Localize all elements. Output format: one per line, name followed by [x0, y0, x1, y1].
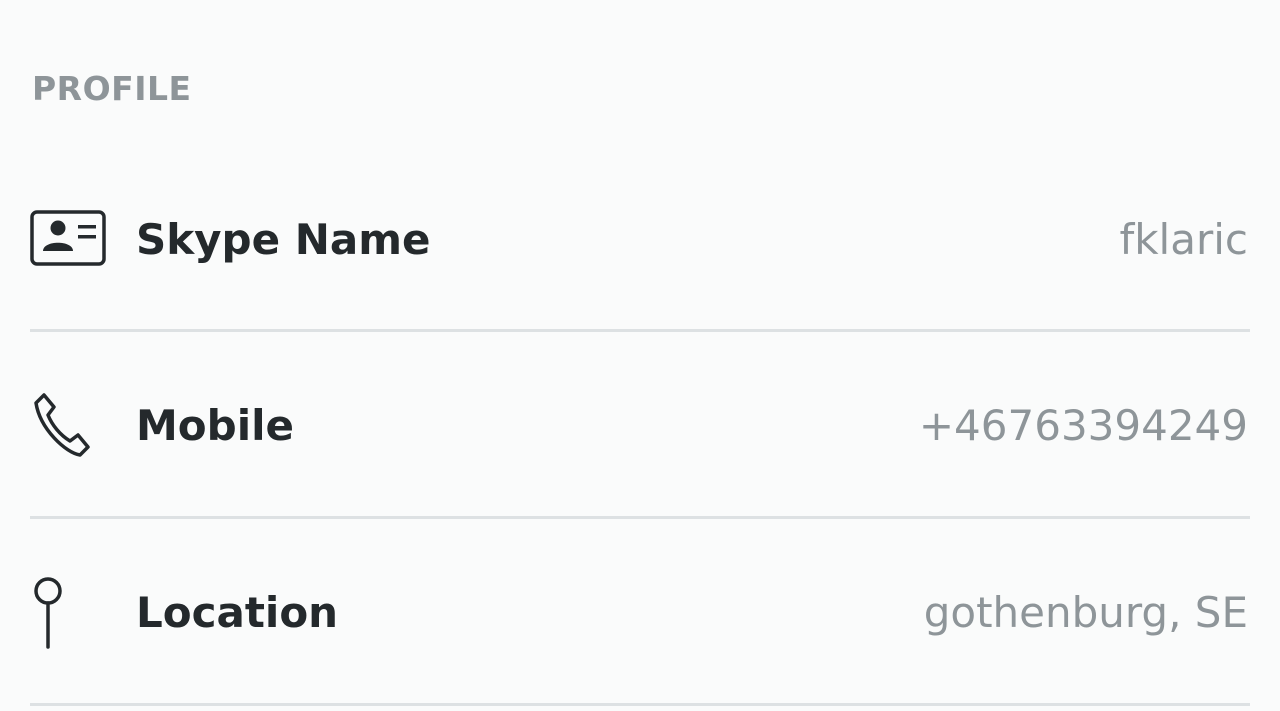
profile-row-location[interactable]: Location gothenburg, SE	[30, 519, 1250, 706]
section-title-profile: PROFILE	[32, 69, 192, 108]
mobile-label: Mobile	[136, 401, 294, 450]
skype-name-label: Skype Name	[136, 214, 431, 264]
location-label: Location	[136, 588, 339, 637]
skype-name-value: fklaric	[1119, 214, 1248, 264]
phone-icon	[30, 386, 106, 466]
location-value: gothenburg, SE	[923, 588, 1248, 637]
location-pin-icon	[30, 573, 106, 653]
profile-row-skype-name[interactable]: Skype Name fklaric	[30, 146, 1250, 332]
contact-card-icon	[30, 199, 106, 279]
mobile-value: +46763394249	[918, 401, 1248, 450]
profile-row-mobile[interactable]: Mobile +46763394249	[30, 332, 1250, 519]
profile-screen: PROFILE Skype Name fklaric Mobile +46763…	[0, 0, 1280, 711]
row-divider	[30, 703, 1250, 706]
